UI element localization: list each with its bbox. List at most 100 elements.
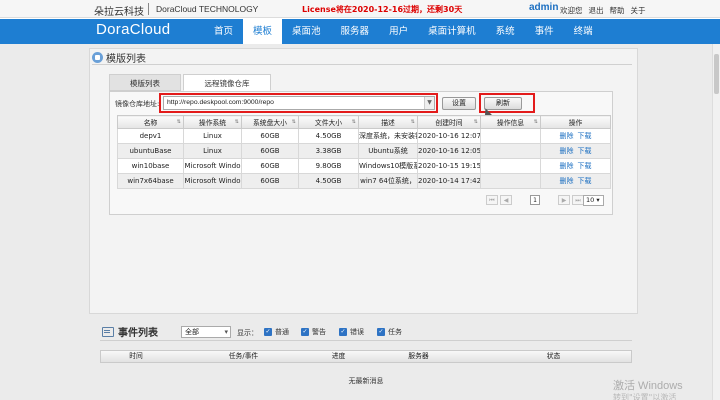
checkbox-checked-icon: ✓ [377, 328, 385, 336]
nav-item-system[interactable]: 系统 [486, 19, 525, 44]
username[interactable]: admin [529, 2, 558, 13]
cell-name: depv1 [117, 128, 184, 144]
download-link[interactable]: 下载 [578, 132, 592, 140]
table-row[interactable]: ubuntuBase Linux 60GB 3.38GB Ubuntu系统 20… [117, 143, 611, 159]
download-link[interactable]: 下载 [578, 162, 592, 170]
checkbox-checked-icon: ✓ [339, 328, 347, 336]
cell-name: win10base [117, 158, 184, 174]
event-col-task: 任务/事件 [228, 352, 259, 360]
set-button[interactable]: 设置 [442, 97, 476, 110]
nav-item-events[interactable]: 事件 [525, 19, 564, 44]
check-error[interactable]: ✓ 错误 [339, 327, 364, 337]
check-normal[interactable]: ✓ 普通 [264, 327, 289, 337]
logout-link[interactable]: 退出 [589, 5, 604, 16]
cell-created: 2020-10-15 19:15 [417, 158, 481, 174]
checkbox-checked-icon: ✓ [301, 328, 309, 336]
event-empty-message: 无最新消息 [348, 377, 384, 385]
brand-english: DoraCloud TECHNOLOGY [156, 4, 259, 14]
cell-ops: 删除 下载 [540, 143, 611, 159]
event-col-time: 时间 [129, 352, 143, 360]
nav-item-users[interactable]: 用户 [379, 19, 418, 44]
cell-size: 4.50GB [298, 128, 359, 144]
col-header-created[interactable]: 创建时间 ⇅ [417, 115, 481, 129]
cell-info [480, 128, 541, 144]
cell-info [480, 173, 541, 189]
cell-os: Microsoft Windo [183, 173, 242, 189]
check-task[interactable]: ✓ 任务 [377, 327, 402, 337]
col-header-ops: 操作 [540, 115, 611, 129]
table-row[interactable]: win10base Microsoft Windo 60GB 9.80GB Wi… [117, 158, 611, 174]
cell-desc: 深度系统，未安装钱 [358, 128, 418, 144]
cell-disk: 60GB [241, 173, 299, 189]
current-page[interactable]: 1 [530, 195, 540, 205]
panel-divider [92, 64, 632, 65]
col-header-info[interactable]: 操作信息 ⇅ [480, 115, 541, 129]
page-scrollbar[interactable] [712, 44, 720, 400]
cell-desc: win7 64位系统， [358, 173, 418, 189]
event-col-status: 状态 [546, 352, 561, 360]
panel-title: 模版列表 [92, 50, 146, 65]
col-header-os[interactable]: 操作系统 ⇅ [183, 115, 242, 129]
event-show-label: 显示： [237, 329, 258, 337]
highlight-box-repo-input [159, 93, 438, 113]
cell-name: ubuntuBase [117, 143, 184, 159]
event-filter-select[interactable]: 全部 [181, 326, 231, 338]
tab-template-list[interactable]: 模版列表 [109, 74, 181, 91]
license-notice: License将在2020-12-16过期，还剩30天 [302, 5, 463, 14]
delete-link[interactable]: 删除 [560, 147, 574, 155]
cell-created: 2020-10-16 12:05 [417, 143, 481, 159]
check-warning[interactable]: ✓ 警告 [301, 327, 326, 337]
nav-item-servers[interactable]: 服务器 [331, 19, 380, 44]
cell-ops: 删除 下载 [540, 158, 611, 174]
prev-page-button[interactable]: ◀ [500, 195, 512, 205]
event-list-title-text: 事件列表 [118, 328, 158, 339]
scrollbar-thumb[interactable] [714, 54, 719, 94]
col-header-name[interactable]: 名称 ⇅ [117, 115, 184, 129]
cell-size: 4.50GB [298, 173, 359, 189]
welcome-text: 欢迎您 [560, 6, 583, 15]
delete-link[interactable]: 删除 [560, 132, 574, 140]
help-link[interactable]: 帮助 [610, 5, 625, 16]
event-list-title: 事件列表 [102, 324, 158, 339]
delete-link[interactable]: 删除 [560, 162, 574, 170]
first-page-button[interactable]: ⏮ [486, 195, 498, 205]
nav-item-desktop-pool[interactable]: 桌面池 [282, 19, 331, 44]
delete-link[interactable]: 删除 [560, 177, 574, 185]
table-row[interactable]: win7x64base Microsoft Windo 60GB 4.50GB … [117, 173, 611, 189]
cell-ops: 删除 下载 [540, 173, 611, 189]
col-header-size[interactable]: 文件大小 ⇅ [298, 115, 359, 129]
cell-os: Microsoft Windo [183, 158, 242, 174]
cell-info [480, 158, 541, 174]
checkbox-checked-icon: ✓ [264, 328, 272, 336]
cell-size: 3.38GB [298, 143, 359, 159]
cell-info [480, 143, 541, 159]
event-col-progress: 进度 [331, 352, 346, 360]
repo-address-label: 镜像仓库地址: [115, 100, 160, 108]
cell-disk: 60GB [241, 128, 299, 144]
table-row[interactable]: depv1 Linux 60GB 4.50GB 深度系统，未安装钱 2020-1… [117, 128, 611, 144]
tab-remote-repo[interactable]: 远程镜像仓库 [183, 74, 271, 91]
download-link[interactable]: 下载 [578, 177, 592, 185]
main-nav: 首页 模板 桌面池 服务器 用户 桌面计算机 系统 事件 终端 [204, 19, 603, 44]
event-divider [100, 340, 632, 341]
cell-created: 2020-10-16 12:07 [417, 128, 481, 144]
cell-size: 9.80GB [298, 158, 359, 174]
event-table-header: 时间 任务/事件 进度 服务器 状态 [100, 350, 632, 363]
nav-item-home[interactable]: 首页 [204, 19, 243, 44]
col-header-disk[interactable]: 系统盘大小 ⇅ [241, 115, 299, 129]
activate-windows-hint: 转到"设置"以激活 Windows。 [613, 393, 677, 400]
page-size-select[interactable]: 10 ▾ [583, 195, 604, 206]
nav-item-templates[interactable]: 模板 [243, 19, 283, 44]
panel-title-text: 模版列表 [106, 54, 146, 65]
next-page-button[interactable]: ▶ [558, 195, 570, 205]
nav-item-desktop-computers[interactable]: 桌面计算机 [418, 19, 486, 44]
download-link[interactable]: 下载 [578, 147, 592, 155]
cell-os: Linux [183, 143, 242, 159]
cell-desc: Ubuntu系统 [358, 143, 418, 159]
nav-item-terminals[interactable]: 终端 [564, 19, 603, 44]
list-icon [102, 326, 114, 337]
col-header-desc[interactable]: 描述 ⇅ [358, 115, 418, 129]
about-link[interactable]: 关于 [631, 5, 646, 16]
top-links: 欢迎您 退出 帮助 关于 [560, 5, 646, 16]
cell-created: 2020-10-14 17:42 [417, 173, 481, 189]
